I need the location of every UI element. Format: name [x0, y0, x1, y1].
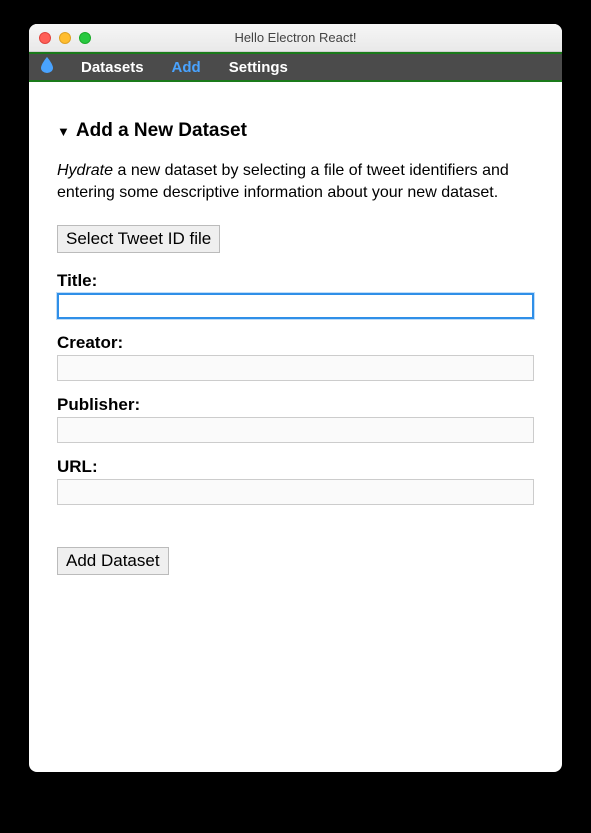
intro-emphasis: Hydrate [57, 162, 113, 179]
url-input[interactable] [57, 479, 534, 505]
title-label: Title: [57, 271, 534, 291]
select-file-button[interactable]: Select Tweet ID file [57, 225, 220, 253]
menu-settings[interactable]: Settings [229, 59, 288, 76]
field-creator: Creator: [57, 333, 534, 381]
page-heading: ▼ Add a New Dataset [57, 120, 534, 142]
heading-text: Add a New Dataset [76, 120, 247, 142]
droplet-icon [41, 57, 53, 78]
field-url: URL: [57, 457, 534, 505]
url-label: URL: [57, 457, 534, 477]
publisher-label: Publisher: [57, 395, 534, 415]
app-window: Hello Electron React! Datasets Add Setti… [29, 24, 562, 772]
publisher-input[interactable] [57, 417, 534, 443]
field-publisher: Publisher: [57, 395, 534, 443]
disclosure-triangle-icon[interactable]: ▼ [57, 124, 70, 139]
title-input[interactable] [57, 293, 534, 319]
field-title: Title: [57, 271, 534, 319]
menu-datasets[interactable]: Datasets [81, 59, 144, 76]
titlebar: Hello Electron React! [29, 24, 562, 52]
intro-rest: a new dataset by selecting a file of twe… [57, 162, 509, 201]
creator-input[interactable] [57, 355, 534, 381]
creator-label: Creator: [57, 333, 534, 353]
menubar: Datasets Add Settings [29, 52, 562, 82]
add-dataset-button[interactable]: Add Dataset [57, 547, 169, 575]
window-title: Hello Electron React! [29, 30, 562, 45]
intro-text: Hydrate a new dataset by selecting a fil… [57, 160, 534, 203]
menu-add[interactable]: Add [172, 59, 201, 76]
content-area: ▼ Add a New Dataset Hydrate a new datase… [29, 82, 562, 772]
